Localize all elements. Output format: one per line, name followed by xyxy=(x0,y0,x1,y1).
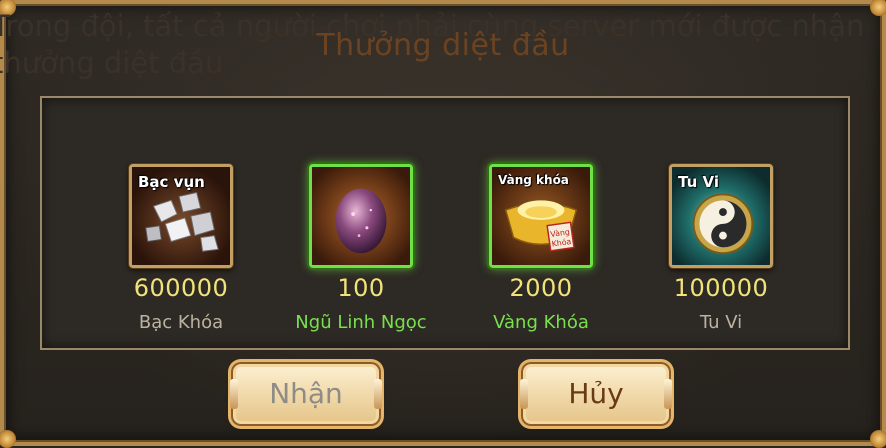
reward-quantity: 100000 xyxy=(673,274,769,302)
purple-gem-egg-art xyxy=(312,167,410,265)
button-cap-right xyxy=(664,379,672,409)
reward-item-vang-khoa[interactable]: Vàng Khóa Vàng khóa 2000 Vàng Khóa xyxy=(446,98,636,348)
reward-icon-tag: Bạc vụn xyxy=(138,173,205,191)
reward-quantity: 100 xyxy=(337,274,385,302)
yin-yang-icon[interactable]: Tu Vi xyxy=(669,164,773,268)
dialog-title: Thưởng diệt đầu xyxy=(316,28,570,63)
receive-button-label: Nhận xyxy=(269,377,343,410)
cancel-button[interactable]: Hủy xyxy=(520,364,672,424)
reward-icon-tag: Vàng khóa xyxy=(498,173,569,187)
silver-chunks-icon[interactable]: Bạc vụn xyxy=(129,164,233,268)
reward-quantity: 2000 xyxy=(509,274,573,302)
rewards-panel: Bạc vụn 600000 Bạc Khóa 100 Ngũ Linh Ngọ… xyxy=(40,96,850,350)
button-cap-left xyxy=(520,379,528,409)
corner-ornament-bottom-right xyxy=(870,430,886,448)
cancel-button-label: Hủy xyxy=(568,377,624,410)
button-cap-right xyxy=(374,379,382,409)
reward-item-ngu-linh-ngoc[interactable]: 100 Ngũ Linh Ngọc xyxy=(266,98,456,348)
reward-icon-tag: Tu Vi xyxy=(678,173,719,191)
corner-ornament-bottom-left xyxy=(0,430,16,448)
button-cap-left xyxy=(230,379,238,409)
gold-ingot-icon[interactable]: Vàng Khóa Vàng khóa xyxy=(489,164,593,268)
reward-name: Tu Vi xyxy=(699,312,743,333)
reward-item-tu-vi[interactable]: Tu Vi 100000 Tu Vi xyxy=(626,98,816,348)
reward-quantity: 600000 xyxy=(133,274,229,302)
purple-gem-egg-icon[interactable] xyxy=(309,164,413,268)
reward-item-bac-khoa[interactable]: Bạc vụn 600000 Bạc Khóa xyxy=(86,98,276,348)
receive-button[interactable]: Nhận xyxy=(230,364,382,424)
